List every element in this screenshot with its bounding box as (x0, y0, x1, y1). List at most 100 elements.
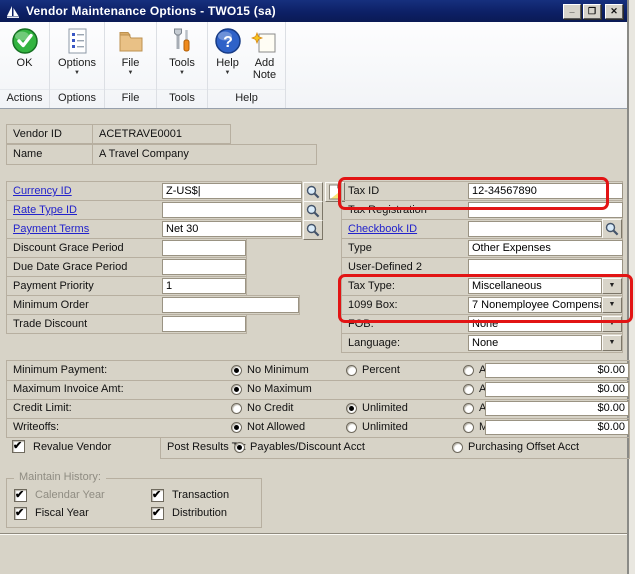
fob-dropdown[interactable]: None (468, 316, 602, 332)
radio-unlimited-credit[interactable] (346, 403, 357, 414)
magnifier-icon (305, 184, 321, 200)
language-dropdown-button[interactable]: ▼ (602, 335, 622, 351)
currency-id-lookup-button[interactable] (303, 182, 323, 202)
magnifier-icon (305, 222, 321, 238)
chevron-down-icon: ▼ (74, 70, 80, 76)
fob-dropdown-button[interactable]: ▼ (602, 316, 622, 332)
1099-box-dropdown-button[interactable]: ▼ (602, 297, 622, 313)
file-button[interactable]: File ▼ (117, 22, 145, 76)
chevron-down-icon: ▼ (179, 70, 185, 76)
minimum-order-row: Minimum Order (6, 295, 300, 315)
fiscal-year-label: Fiscal Year (35, 507, 89, 519)
radio-maximum-amount[interactable] (463, 384, 474, 395)
tax-type-dropdown[interactable]: Miscellaneous (468, 278, 602, 294)
radio-minimum-amount[interactable] (463, 365, 474, 376)
credit-limit-amount-field[interactable]: $0.00 (485, 401, 629, 416)
distribution-label: Distribution (172, 507, 227, 519)
trade-discount-field[interactable] (162, 316, 246, 332)
vendor-id-row: Vendor ID ACETRAVE0001 (6, 124, 231, 144)
divider (92, 145, 93, 164)
name-value: A Travel Company (99, 148, 189, 160)
radio-not-allowed-label: Not Allowed (247, 421, 305, 433)
calendar-year-checkbox[interactable] (14, 489, 27, 502)
radio-no-credit[interactable] (231, 403, 242, 414)
tools-button[interactable]: Tools ▼ (168, 22, 196, 76)
rate-type-id-field[interactable] (162, 202, 302, 218)
maximum-invoice-amount-field[interactable]: $0.00 (485, 382, 629, 397)
radio-not-allowed[interactable] (231, 422, 242, 433)
checkbook-id-lookup-button[interactable] (602, 219, 622, 239)
distribution-checkbox[interactable] (151, 507, 164, 520)
radio-purchasing-offset-acct[interactable] (452, 442, 463, 453)
ribbon-group-file: File ▼ File (105, 22, 157, 108)
radio-maximum-writeoff[interactable] (463, 422, 474, 433)
radio-percent[interactable] (346, 365, 357, 376)
language-label: Language: (348, 337, 400, 349)
ribbon-toolbar: OK Actions Options ▼ Options (0, 22, 627, 109)
ok-button[interactable]: OK (11, 22, 39, 69)
ribbon-group-actions: OK Actions (0, 22, 50, 108)
ribbon-group-options: Options ▼ Options (50, 22, 105, 108)
trade-discount-label: Trade Discount (13, 318, 87, 330)
maximize-icon: ❐ (588, 6, 596, 16)
rate-type-id-row: Rate Type ID (6, 200, 302, 220)
currency-id-link[interactable]: Currency ID (13, 185, 72, 197)
checkbook-id-field[interactable] (468, 221, 602, 237)
maximum-invoice-label: Maximum Invoice Amt: (13, 383, 124, 395)
add-note-button[interactable]: Add Note (246, 22, 284, 81)
user-defined-2-field[interactable] (468, 259, 623, 275)
group-caption-file: File (105, 89, 156, 108)
1099-box-dropdown[interactable]: 7 Nonemployee Compensati (468, 297, 602, 313)
radio-no-maximum[interactable] (231, 384, 242, 395)
ribbon-group-tools: Tools ▼ Tools (157, 22, 208, 108)
transaction-checkbox[interactable] (151, 489, 164, 502)
writeoffs-amount-field[interactable]: $0.00 (485, 420, 629, 435)
revalue-vendor-checkbox[interactable] (12, 440, 25, 453)
bottom-divider (0, 533, 627, 535)
checkbook-id-link[interactable]: Checkbook ID (348, 223, 417, 235)
rate-type-id-link[interactable]: Rate Type ID (13, 204, 77, 216)
radio-no-minimum[interactable] (231, 365, 242, 376)
payment-options-table: Minimum Payment: No Minimum Percent Amou… (6, 360, 630, 438)
payment-priority-row: Payment Priority 1 (6, 276, 247, 296)
payment-priority-field[interactable]: 1 (162, 278, 246, 294)
writeoffs-label: Writeoffs: (13, 421, 59, 433)
tax-type-dropdown-button[interactable]: ▼ (602, 278, 622, 294)
fiscal-year-checkbox[interactable] (14, 507, 27, 520)
options-button[interactable]: Options ▼ (58, 22, 96, 76)
1099-box-label: 1099 Box: (348, 299, 398, 311)
rate-type-id-lookup-button[interactable] (303, 201, 323, 221)
group-caption-tools: Tools (157, 89, 207, 108)
minimum-order-label: Minimum Order (13, 299, 89, 311)
due-date-grace-period-field[interactable] (162, 259, 246, 275)
app-icon (6, 4, 21, 19)
radio-unlimited-writeoff[interactable] (346, 422, 357, 433)
vendor-id-value: ACETRAVE0001 (99, 128, 182, 140)
discount-grace-period-field[interactable] (162, 240, 246, 256)
radio-credit-amount[interactable] (463, 403, 474, 414)
currency-id-field[interactable]: Z-US$| (162, 183, 302, 199)
tax-id-field[interactable]: 12-34567890 (468, 183, 623, 199)
minimize-icon: _ (569, 4, 574, 14)
radio-payables-discount-acct[interactable] (234, 442, 245, 453)
tax-type-label: Tax Type: (348, 280, 395, 292)
language-dropdown[interactable]: None (468, 335, 602, 351)
minimize-button[interactable]: _ (563, 4, 581, 19)
close-button[interactable]: ✕ (605, 4, 623, 19)
radio-no-maximum-label: No Maximum (247, 383, 312, 395)
checkbook-id-row: Checkbook ID (341, 219, 623, 239)
help-button[interactable]: ? Help ▼ (210, 22, 246, 76)
maximize-button[interactable]: ❐ (583, 4, 601, 19)
maintain-history-legend: Maintain History: (14, 471, 106, 483)
payment-terms-field[interactable]: Net 30 (162, 221, 302, 237)
divider (92, 125, 93, 143)
credit-limit-row: Credit Limit: No Credit Unlimited Amount… (7, 399, 629, 419)
tax-registration-label: Tax Registration (348, 204, 427, 216)
file-button-label: File (122, 57, 140, 69)
revalue-vendor-label: Revalue Vendor (33, 441, 111, 453)
minimum-payment-amount-field[interactable]: $0.00 (485, 363, 629, 378)
payment-terms-lookup-button[interactable] (303, 220, 323, 240)
minimum-order-field[interactable] (162, 297, 299, 313)
payment-terms-link[interactable]: Payment Terms (13, 223, 89, 235)
tax-registration-field[interactable] (468, 202, 623, 218)
